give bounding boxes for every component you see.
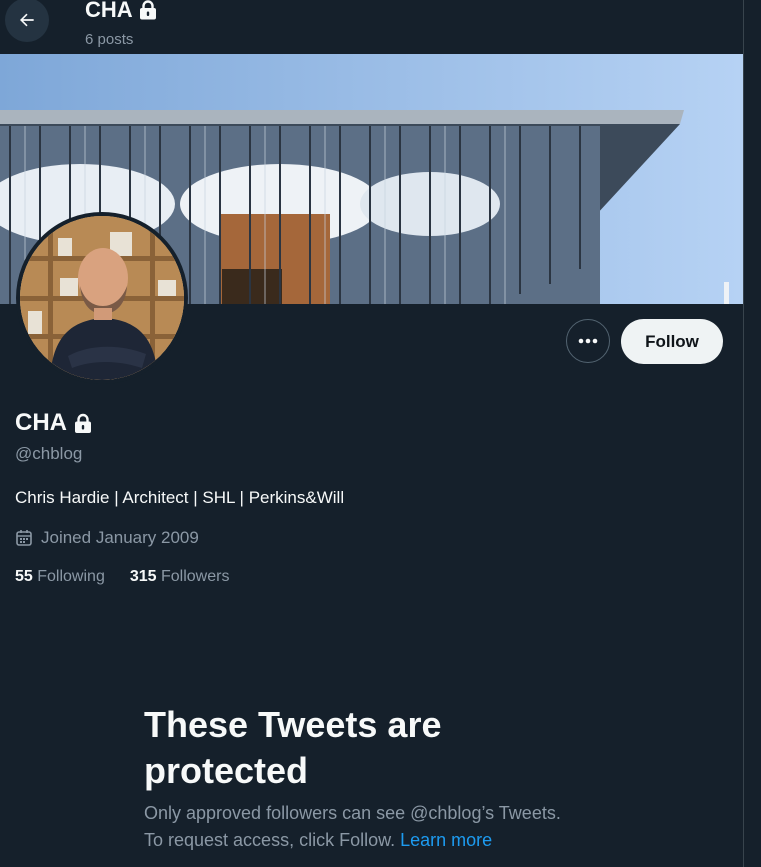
profile-handle: @chblog xyxy=(15,444,83,463)
protected-title: These Tweets are protected xyxy=(144,704,442,791)
protected-line-2: To request access, click Follow. Learn m… xyxy=(144,827,624,854)
profile-avatar[interactable] xyxy=(16,212,188,384)
followers-label: Followers xyxy=(161,568,230,585)
more-options-button[interactable] xyxy=(566,319,610,363)
header-name-text: CHA xyxy=(85,0,133,22)
more-icon xyxy=(578,338,598,344)
display-name: CHA xyxy=(15,409,92,437)
column-divider xyxy=(743,0,744,867)
lock-icon xyxy=(75,413,91,433)
following-link[interactable]: 55 Following xyxy=(15,568,105,586)
joined-date: Joined January 2009 xyxy=(15,528,199,548)
profile-column: CHA 6 posts Follow CHA @chblog Chris Har… xyxy=(0,0,743,867)
following-count: 55 xyxy=(15,568,33,585)
followers-link[interactable]: 315 Followers xyxy=(130,568,230,586)
profile-bio: Chris Hardie | Architect | SHL | Perkins… xyxy=(15,488,345,507)
follow-button[interactable]: Follow xyxy=(621,319,723,364)
followers-count: 315 xyxy=(129,568,157,585)
joined-text: Joined January 2009 xyxy=(41,528,199,547)
profile-header: CHA 6 posts xyxy=(0,0,743,54)
calendar-icon xyxy=(16,530,32,546)
avatar-image xyxy=(20,216,184,380)
lock-icon xyxy=(139,0,156,20)
following-label: Following xyxy=(37,568,105,585)
back-button[interactable] xyxy=(5,0,49,42)
profile-stats: 55 Following 315 Followers xyxy=(15,568,229,586)
protected-line-2-text: To request access, click Follow. xyxy=(144,830,396,850)
header-title: CHA xyxy=(85,0,157,23)
back-arrow-icon xyxy=(20,13,34,27)
learn-more-link[interactable]: Learn more xyxy=(400,830,492,850)
protected-message: Only approved followers can see @chblog’… xyxy=(144,800,624,854)
post-count: 6 posts xyxy=(85,31,134,48)
protected-line-1: Only approved followers can see @chblog’… xyxy=(144,803,561,823)
display-name-text: CHA xyxy=(15,409,67,436)
